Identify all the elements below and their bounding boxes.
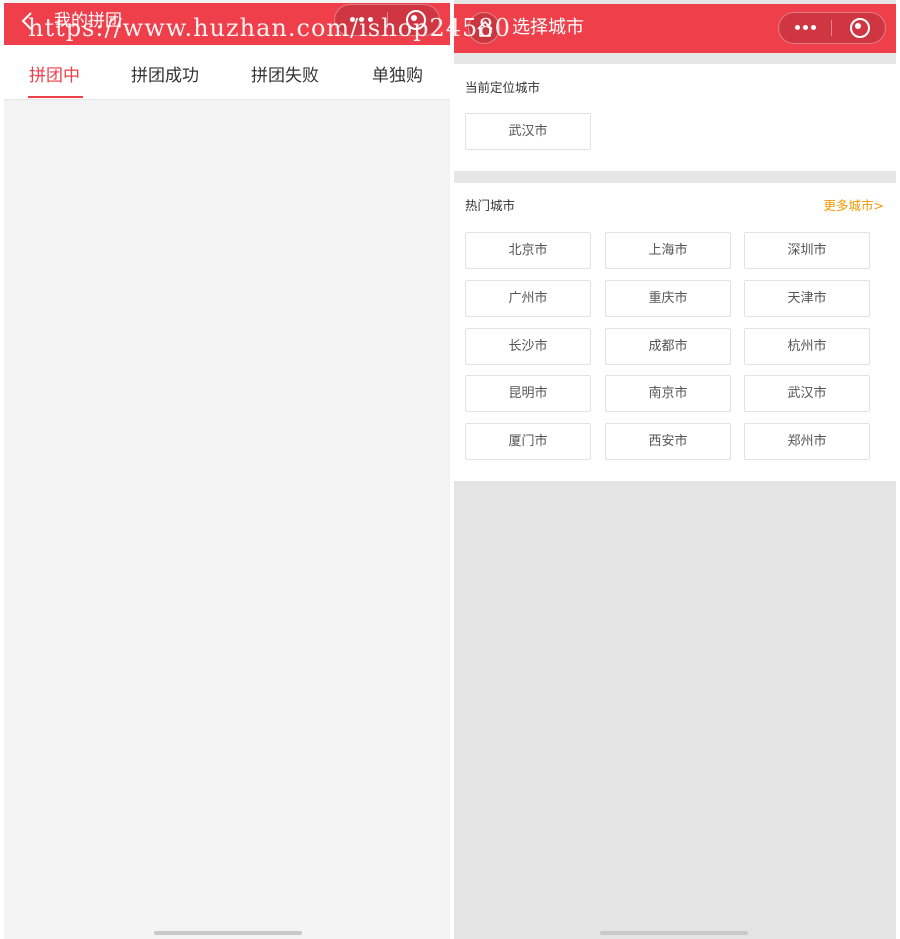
more-dots-icon[interactable]: [779, 13, 831, 43]
hot-cities-section: 热门城市 更多城市> 北京市 上海市 深圳市 广州市 重庆市 天津市 长沙市 成…: [454, 183, 896, 481]
city-button[interactable]: 杭州市: [744, 328, 870, 365]
tab-single-buy[interactable]: 单独购: [372, 61, 423, 86]
city-button[interactable]: 郑州市: [744, 423, 870, 460]
capsule-divider: [387, 12, 388, 28]
tab-in-progress[interactable]: 拼团中: [29, 61, 80, 86]
hot-cities-title: 热门城市: [465, 198, 516, 213]
city-button[interactable]: 长沙市: [465, 328, 591, 365]
city-button[interactable]: 武汉市: [744, 375, 870, 412]
close-target-icon[interactable]: [389, 5, 441, 35]
city-button[interactable]: 天津市: [744, 280, 870, 317]
active-tab-indicator: [28, 96, 83, 98]
city-button[interactable]: 上海市: [605, 232, 731, 269]
city-button[interactable]: 广州市: [465, 280, 591, 317]
nav-bar: 选择城市: [454, 4, 896, 53]
back-icon[interactable]: [16, 9, 40, 33]
more-cities-link[interactable]: 更多城市>: [824, 195, 884, 214]
home-indicator: [154, 931, 302, 935]
nav-bar: 我的拼团: [4, 3, 450, 45]
my-group-screen: 我的拼团 拼团中 拼团成功 拼团失败 单独购: [4, 0, 450, 939]
capsule-divider: [831, 20, 832, 36]
city-button[interactable]: 厦门市: [465, 423, 591, 460]
city-button[interactable]: 北京市: [465, 232, 591, 269]
city-button[interactable]: 西安市: [605, 423, 731, 460]
mini-program-capsule: [334, 4, 440, 36]
mini-program-capsule: [778, 12, 886, 44]
city-button[interactable]: 南京市: [605, 375, 731, 412]
divider: [454, 171, 896, 183]
home-icon: [477, 21, 493, 37]
page-title: 选择城市: [512, 17, 584, 38]
current-city-button[interactable]: 武汉市: [465, 113, 591, 150]
divider: [454, 53, 896, 64]
page-title: 我的拼团: [54, 11, 122, 31]
group-status-tabs: 拼团中 拼团成功 拼团失败 单独购: [4, 45, 450, 100]
close-target-icon[interactable]: [833, 13, 885, 43]
current-city-section: 当前定位城市 武汉市: [454, 64, 896, 171]
tab-failed[interactable]: 拼团失败: [251, 61, 319, 86]
home-button[interactable]: [468, 12, 500, 44]
city-button[interactable]: 成都市: [605, 328, 731, 365]
select-city-screen: 选择城市 当前定位城市 武汉市 热门城市 更多城市> 北京市 上海市 深圳市 广…: [454, 0, 896, 939]
tab-success[interactable]: 拼团成功: [131, 61, 199, 86]
more-dots-icon[interactable]: [335, 5, 387, 35]
city-button[interactable]: 深圳市: [744, 232, 870, 269]
current-city-title: 当前定位城市: [465, 80, 541, 95]
city-button[interactable]: 重庆市: [605, 280, 731, 317]
home-indicator: [600, 931, 748, 935]
city-button[interactable]: 昆明市: [465, 375, 591, 412]
